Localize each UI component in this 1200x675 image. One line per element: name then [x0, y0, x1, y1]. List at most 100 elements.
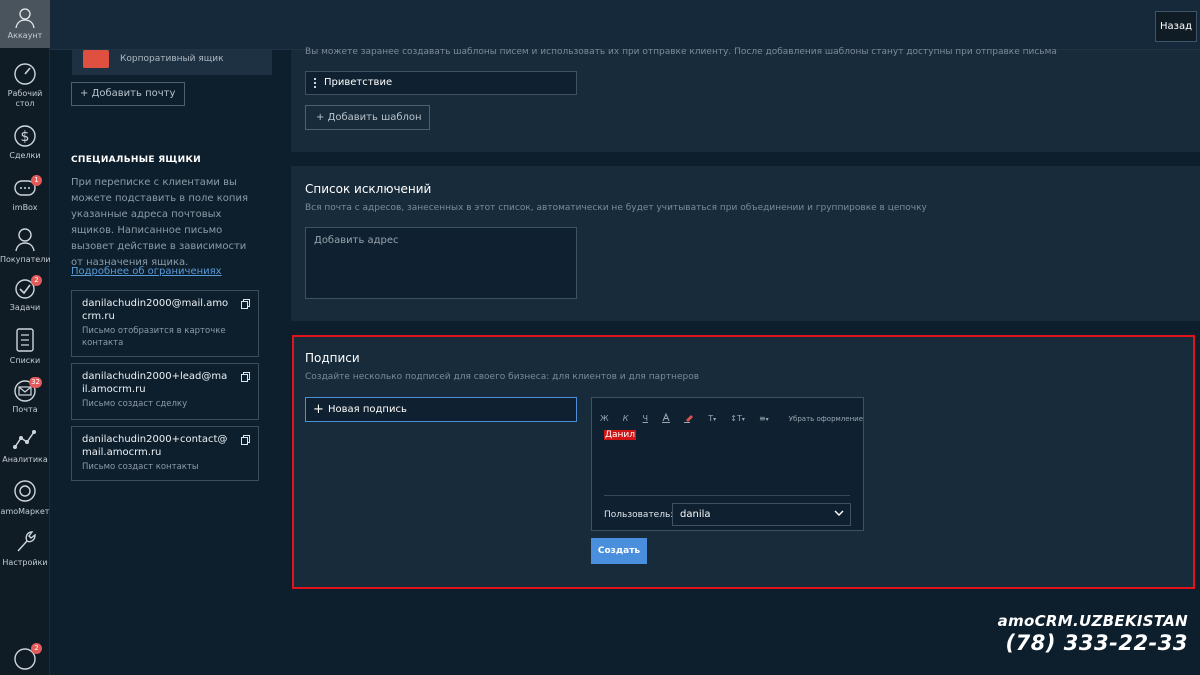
special-address-note: Письмо создаст контакты	[82, 462, 199, 472]
highlight-button[interactable]	[684, 413, 694, 425]
nav-label-imbox: imBox	[12, 203, 38, 212]
special-boxes-title: СПЕЦИАЛЬНЫЕ ЯЩИКИ	[71, 155, 201, 165]
nav-item-market[interactable]: amoМаркет	[0, 478, 50, 517]
add-address-input[interactable]: Добавить адрес	[305, 227, 577, 299]
plus-icon: +	[80, 88, 92, 99]
avatar-icon	[15, 8, 35, 28]
user-select[interactable]: danila	[672, 503, 851, 526]
nav-label-customers: Покупатели	[0, 255, 51, 264]
nav-label-analytics: Аналитика	[2, 455, 48, 464]
nav-item-deals[interactable]: $ Сделки	[0, 124, 50, 161]
signatures-title: Подписи	[305, 351, 360, 365]
highlight-icon	[684, 414, 694, 423]
special-address-note: Письмо создаст сделку	[82, 399, 188, 409]
font-size-button[interactable]: T▾	[708, 414, 716, 423]
clear-format-button[interactable]: Убрать оформление	[789, 415, 863, 423]
plus-icon: +	[316, 112, 328, 123]
add-mail-button[interactable]: + Добавить почту	[71, 82, 185, 106]
lists-icon	[16, 328, 34, 352]
nav-item-profile[interactable]: 2	[0, 643, 50, 675]
analytics-icon	[13, 430, 36, 449]
nav-item-customers[interactable]: Покупатели	[0, 226, 51, 265]
top-bar: Назад	[50, 0, 1200, 50]
exclusions-panel: Список исключений Вся почта с адресов, з…	[291, 166, 1200, 321]
add-template-button[interactable]: + Добавить шаблон	[305, 105, 430, 130]
nav-label-lists: Списки	[9, 356, 41, 365]
copy-icon[interactable]	[241, 435, 250, 445]
back-button[interactable]: Назад	[1155, 11, 1197, 42]
brand-name: amoCRM.UZBEKISTAN	[997, 612, 1188, 630]
nav-label-mail: Почта	[12, 405, 38, 414]
special-address-card: danilachudin2000@mail.amocrm.ru Письмо о…	[71, 290, 259, 357]
special-address: danilachudin2000+lead@mail.amocrm.ru	[82, 371, 228, 395]
nav-label-dashboard: Рабочий стол	[7, 89, 43, 108]
mail-badge: 32	[29, 377, 42, 388]
signature-editor[interactable]: Ж К Ч T▾ ↕T▾ ≡▾ Убрать оформление Данил …	[591, 397, 864, 531]
nav-label-market: amoМаркет	[0, 507, 50, 516]
underline-button[interactable]: Ч	[643, 414, 648, 423]
nav-label-deals: Сделки	[9, 151, 41, 160]
line-height-button[interactable]: ↕T▾	[730, 414, 745, 423]
exclusions-title: Список исключений	[305, 182, 432, 196]
new-signature-button[interactable]: + Новая подпись	[305, 397, 577, 422]
profile-badge: 2	[31, 643, 42, 654]
nav-account-label: Аккаунт	[7, 31, 43, 40]
align-button[interactable]: ≡▾	[759, 414, 769, 423]
special-address-note: Письмо отобразится в карточке контакта	[82, 326, 226, 348]
special-address-card: danilachudin2000+contact@mail.amocrm.ru …	[71, 426, 259, 481]
copy-icon[interactable]	[241, 299, 250, 309]
nav-item-account[interactable]: Аккаунт	[0, 0, 50, 48]
mailbox-type: Корпоративный ящик	[120, 54, 224, 64]
imbox-badge: 1	[31, 175, 42, 186]
nav-item-lists[interactable]: Списки	[0, 327, 50, 366]
user-label: Пользователь:	[604, 510, 674, 520]
caret-down-icon: ▾	[765, 416, 769, 423]
add-template-label: Добавить шаблон	[327, 112, 422, 123]
svg-text:$: $	[21, 129, 30, 145]
special-address: danilachudin2000@mail.amocrm.ru	[82, 298, 229, 322]
bold-button[interactable]: Ж	[600, 414, 609, 423]
chevron-down-icon	[834, 510, 844, 516]
caret-down-icon: ▾	[713, 416, 717, 423]
mailbox-card[interactable]: Корпоративный ящик	[72, 50, 272, 75]
nav-label-settings: Настройки	[2, 558, 48, 567]
create-signature-button[interactable]: Создать	[591, 538, 647, 564]
signatures-panel: Подписи Создайте несколько подписей для …	[292, 335, 1195, 589]
add-mail-label: Добавить почту	[91, 88, 176, 99]
restrictions-link[interactable]: Подробнее об ограничениях	[71, 266, 222, 277]
templates-description: Вы можете заранее создавать шаблоны писе…	[305, 47, 1057, 57]
nav-item-tasks[interactable]: 2 Задачи	[0, 275, 50, 313]
settings-icon	[17, 531, 36, 552]
signature-text[interactable]: Данил	[604, 430, 637, 440]
special-address-card: danilachudin2000+lead@mail.amocrm.ru Пис…	[71, 363, 259, 420]
dashboard-icon	[14, 63, 36, 85]
brand-phone: (78) 333-22-33	[1005, 631, 1188, 655]
nav-item-dashboard[interactable]: Рабочий стол	[0, 62, 50, 109]
italic-button[interactable]: К	[623, 414, 629, 423]
templates-panel: Вы можете заранее создавать шаблоны писе…	[291, 47, 1200, 152]
gmail-icon	[83, 50, 109, 68]
line-height-label: ↕T	[730, 414, 742, 423]
customers-icon	[15, 228, 35, 252]
market-icon	[14, 480, 36, 502]
editor-toolbar: Ж К Ч T▾ ↕T▾ ≡▾ Убрать оформление	[600, 408, 872, 425]
editor-divider	[604, 495, 850, 496]
copy-icon[interactable]	[241, 372, 250, 382]
text-color-button[interactable]	[662, 412, 671, 425]
plus-icon: +	[313, 402, 324, 417]
exclusions-description: Вся почта с адресов, занесенных в этот с…	[305, 203, 927, 213]
template-name: Приветствие	[324, 77, 393, 88]
nav-item-analytics[interactable]: Аналитика	[0, 428, 50, 465]
drag-handle-icon[interactable]	[314, 78, 316, 88]
nav-item-settings[interactable]: Настройки	[0, 529, 50, 568]
user-select-value: danila	[680, 509, 711, 520]
nav-item-imbox[interactable]: 1 imBox	[0, 175, 50, 213]
special-boxes-text: При переписке с клиентами вы можете подс…	[71, 177, 248, 268]
template-item[interactable]: Приветствие	[305, 71, 577, 95]
text-color-icon	[662, 412, 671, 423]
special-address: danilachudin2000+contact@mail.amocrm.ru	[82, 434, 228, 458]
signatures-description: Создайте несколько подписей для своего б…	[305, 372, 700, 382]
nav-item-mail[interactable]: 32 Почта	[0, 377, 50, 415]
mail-sidebar: Корпоративный ящик + Добавить почту СПЕЦ…	[50, 50, 290, 675]
brand-watermark: amoCRM.UZBEKISTAN (78) 333-22-33	[998, 612, 1188, 655]
